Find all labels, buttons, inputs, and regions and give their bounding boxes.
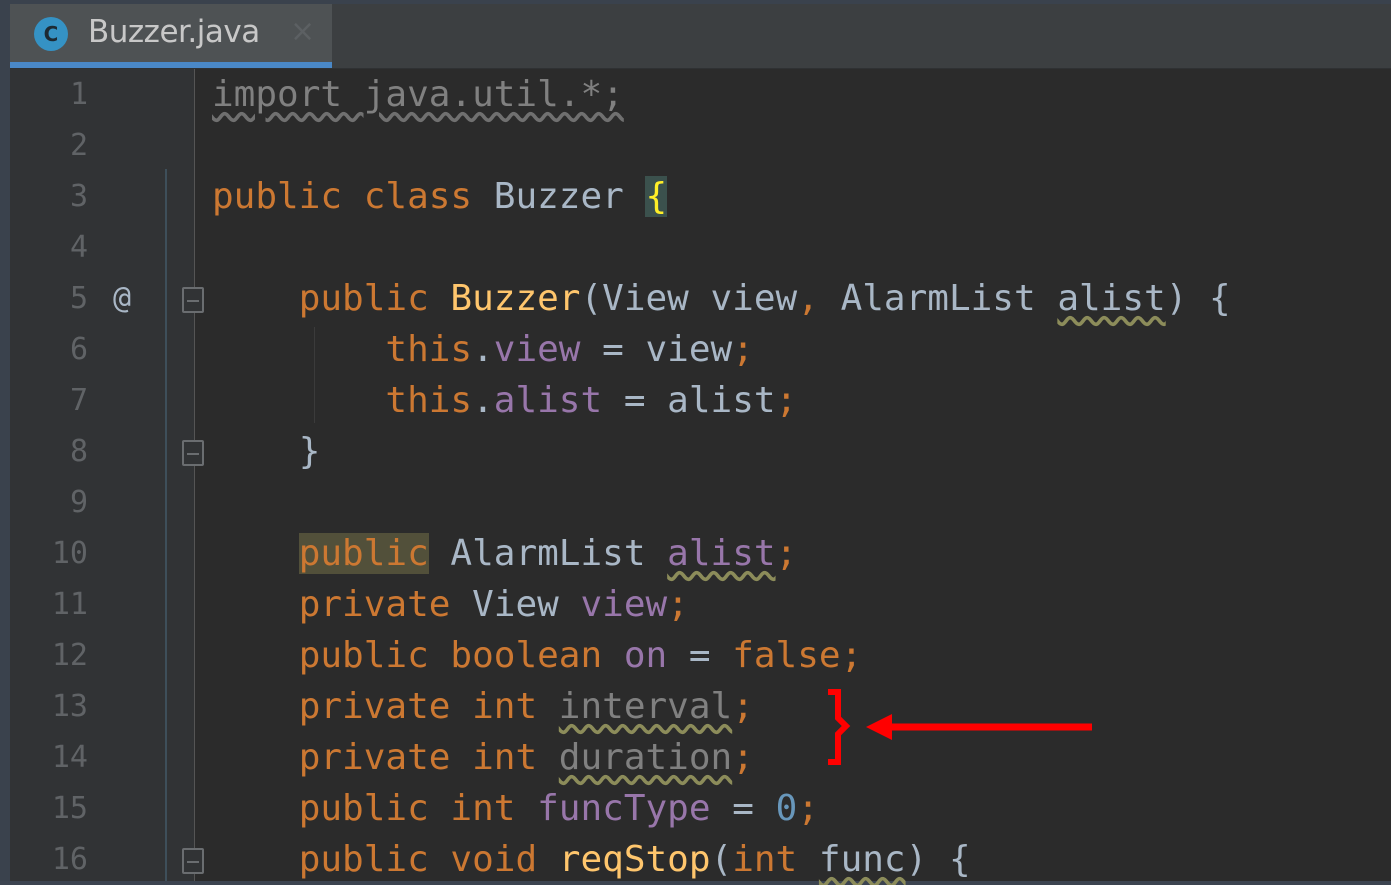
code-line-11: private View view;: [298, 584, 689, 625]
line-number: 12: [51, 638, 88, 673]
line-number: 7: [69, 383, 88, 418]
line-number: 6: [69, 332, 88, 367]
code-line-6: this.view = view;: [385, 329, 754, 370]
line-number: 4: [69, 230, 88, 265]
line-number: 11: [51, 587, 88, 622]
line-number: 1: [69, 77, 88, 112]
line-number: 10: [51, 536, 88, 571]
tab-buzzer-java[interactable]: C Buzzer.java ×: [10, 4, 332, 68]
code-line-5: public Buzzer(View view, AlarmList alist…: [298, 278, 1231, 319]
code-line-15: public int funcType = 0;: [298, 788, 819, 829]
line-number: 2: [69, 128, 88, 163]
annotation-bracket: [828, 689, 851, 765]
tab-label: Buzzer.java: [88, 14, 260, 50]
code-line-13: private int interval;: [298, 686, 754, 727]
gutter-divider: [194, 69, 195, 881]
code-line-7: this.alist = alist;: [385, 380, 798, 421]
code-line-12: public boolean on = false;: [298, 635, 863, 676]
line-number: 8: [69, 434, 88, 469]
override-marker-icon[interactable]: @: [113, 275, 131, 323]
red-annotation-arrow: [828, 689, 1092, 765]
code-line-1: import java.util.*;: [212, 74, 624, 115]
code-line-10: public AlarmList alist;: [298, 533, 798, 574]
close-icon[interactable]: ×: [290, 14, 315, 49]
line-number: 5: [69, 281, 88, 316]
code-line-16: public void reqStop(int func) {: [298, 839, 971, 880]
code-line-3: public class Buzzer {: [212, 176, 668, 217]
line-number: 16: [51, 842, 88, 877]
line-number: 13: [51, 689, 88, 724]
line-number: 14: [51, 740, 88, 775]
line-number: 9: [69, 485, 88, 520]
ide-window: C Buzzer.java × 1 2 3 4 5 6 7 8 9 10 11 …: [0, 0, 1391, 881]
gutter-scope-bar: [165, 169, 167, 881]
code-editor[interactable]: 1 2 3 4 5 6 7 8 9 10 11 12 13 14 15 16 @…: [10, 69, 1391, 881]
annotation-arrow-head: [866, 714, 892, 740]
editor-tab-bar: C Buzzer.java ×: [10, 4, 1391, 69]
line-number: 3: [69, 179, 88, 214]
fold-collapse-icon[interactable]: [182, 287, 204, 313]
fold-collapse-icon[interactable]: [182, 848, 204, 874]
code-line-14: private int duration;: [298, 737, 754, 778]
java-class-icon: C: [34, 17, 68, 51]
fold-collapse-icon[interactable]: [182, 440, 204, 466]
line-number: 15: [51, 791, 88, 826]
code-line-8: }: [212, 431, 321, 472]
